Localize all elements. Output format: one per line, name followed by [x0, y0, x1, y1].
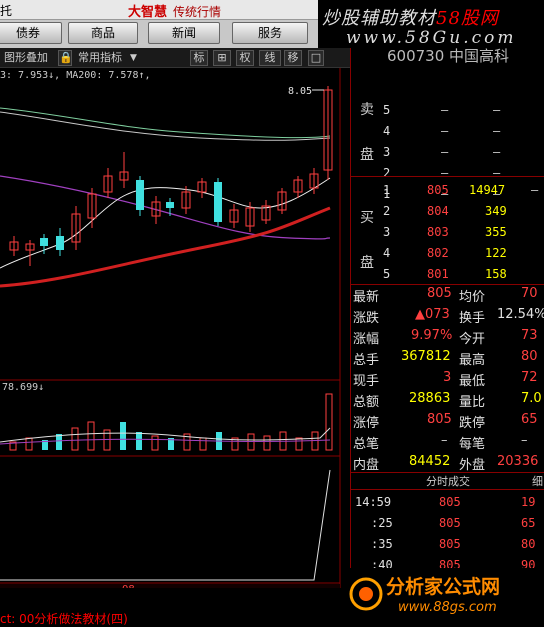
buy-row-1: 1 805 14947– [383, 183, 539, 197]
app-logo: 大智慧 传统行情 [128, 1, 288, 20]
logo-icon [349, 577, 383, 611]
watermark-line1: 炒股辅助教材58股网 [322, 8, 499, 29]
line-button[interactable]: 线 [259, 50, 281, 66]
tick-row: 14:59 805 19 [355, 495, 536, 509]
lock-icon[interactable]: 🔒 [58, 50, 73, 66]
logo-url: www.88gs.com [398, 600, 497, 615]
buy-row-5: 5 801 158 [383, 267, 507, 281]
nav-news-button[interactable]: 新闻 [148, 22, 220, 44]
buy-row-3: 3 803 355 [383, 225, 507, 239]
logo-main: 大智慧 [128, 5, 168, 20]
tick-row: :25 805 65 [371, 516, 536, 530]
quote-panel: 600730 中国高科 卖盘 5– – 4– – 3– – 2– – 1– – 买盘 18… [350, 48, 544, 626]
overlay-menu[interactable]: 图形叠加 [4, 50, 48, 66]
tick-header: 分时成交细 [351, 472, 544, 490]
left-menu-label[interactable]: 托 [0, 2, 12, 19]
stat-row-change: 涨跌 ▲073 换手 12.54% [353, 307, 544, 326]
logo-name: 分析家公式网 [386, 576, 501, 598]
peak-price-label: 8.05 [288, 86, 312, 97]
sell-row-5: 5– – [383, 103, 501, 117]
stat-row-trades: 总笔 – 每笔 – [353, 433, 528, 452]
bottom-caption: ct: 00分析做法教材(四) [0, 612, 128, 626]
volume-ma-label: 78.699↓ [2, 382, 44, 393]
tick-row: :35 805 80 [371, 537, 536, 551]
buy-row-4: 4 802 122 [383, 246, 507, 260]
indicator-dropdown-icon[interactable]: ▼ [130, 50, 137, 66]
move-button[interactable]: 移 [284, 50, 302, 66]
date-axis-label: 08 [122, 584, 135, 588]
watermark-line2: www.58Gu.com [346, 28, 517, 48]
stat-row-inout: 内盘 84452 外盘 20336 [353, 454, 539, 473]
menu-panel: 托 大智慧 传统行情 债券 商品 新闻 服务 [0, 0, 318, 48]
crosshair-button[interactable]: ⊞ [213, 50, 231, 66]
nav-commodities-button[interactable]: 商品 [68, 22, 138, 44]
stat-row-latest: 最新 805 均价 70 [353, 286, 538, 305]
site-logo: 分析家公式网 www.88gs.com [346, 568, 544, 626]
top-bar: 托 大智慧 传统行情 债券 商品 新闻 服务 炒股辅助教材58股网 www.58G… [0, 0, 544, 48]
ma-readout: 3: 7.953↓, MA200: 7.578↑, [0, 70, 151, 81]
kline-chart[interactable]: 8.05 78.699↓ 08 [0, 68, 350, 588]
window-icon[interactable]: □ [308, 50, 324, 66]
logo-sub: 传统行情 [173, 5, 222, 19]
stock-title: 600730 中国高科 [386, 48, 510, 65]
sell-row-3: 3– – [383, 145, 501, 159]
chart-toolbar: 图形叠加 🔒 常用指标 ▼ 标 ⊞ 权 线 移 □ [0, 48, 350, 68]
stat-row-limit: 涨停 805 跌停 65 [353, 412, 538, 431]
indicator-menu[interactable]: 常用指标 [78, 50, 122, 66]
mark-button[interactable]: 标 [190, 50, 208, 66]
nav-bonds-button[interactable]: 债券 [0, 22, 62, 44]
rights-button[interactable]: 权 [236, 50, 254, 66]
stat-row-amount: 总额 28863 量比 7.0 [353, 391, 542, 410]
nav-service-button[interactable]: 服务 [232, 22, 308, 44]
stat-row-volume: 总手 367812 最高 80 [353, 349, 538, 368]
stat-row-pct: 涨幅 9.97% 今开 73 [353, 328, 538, 347]
sell-row-4: 4– – [383, 124, 501, 138]
buy-row-2: 2 804 349 [383, 204, 507, 218]
stat-row-lots: 现手 3 最低 72 [353, 370, 538, 389]
